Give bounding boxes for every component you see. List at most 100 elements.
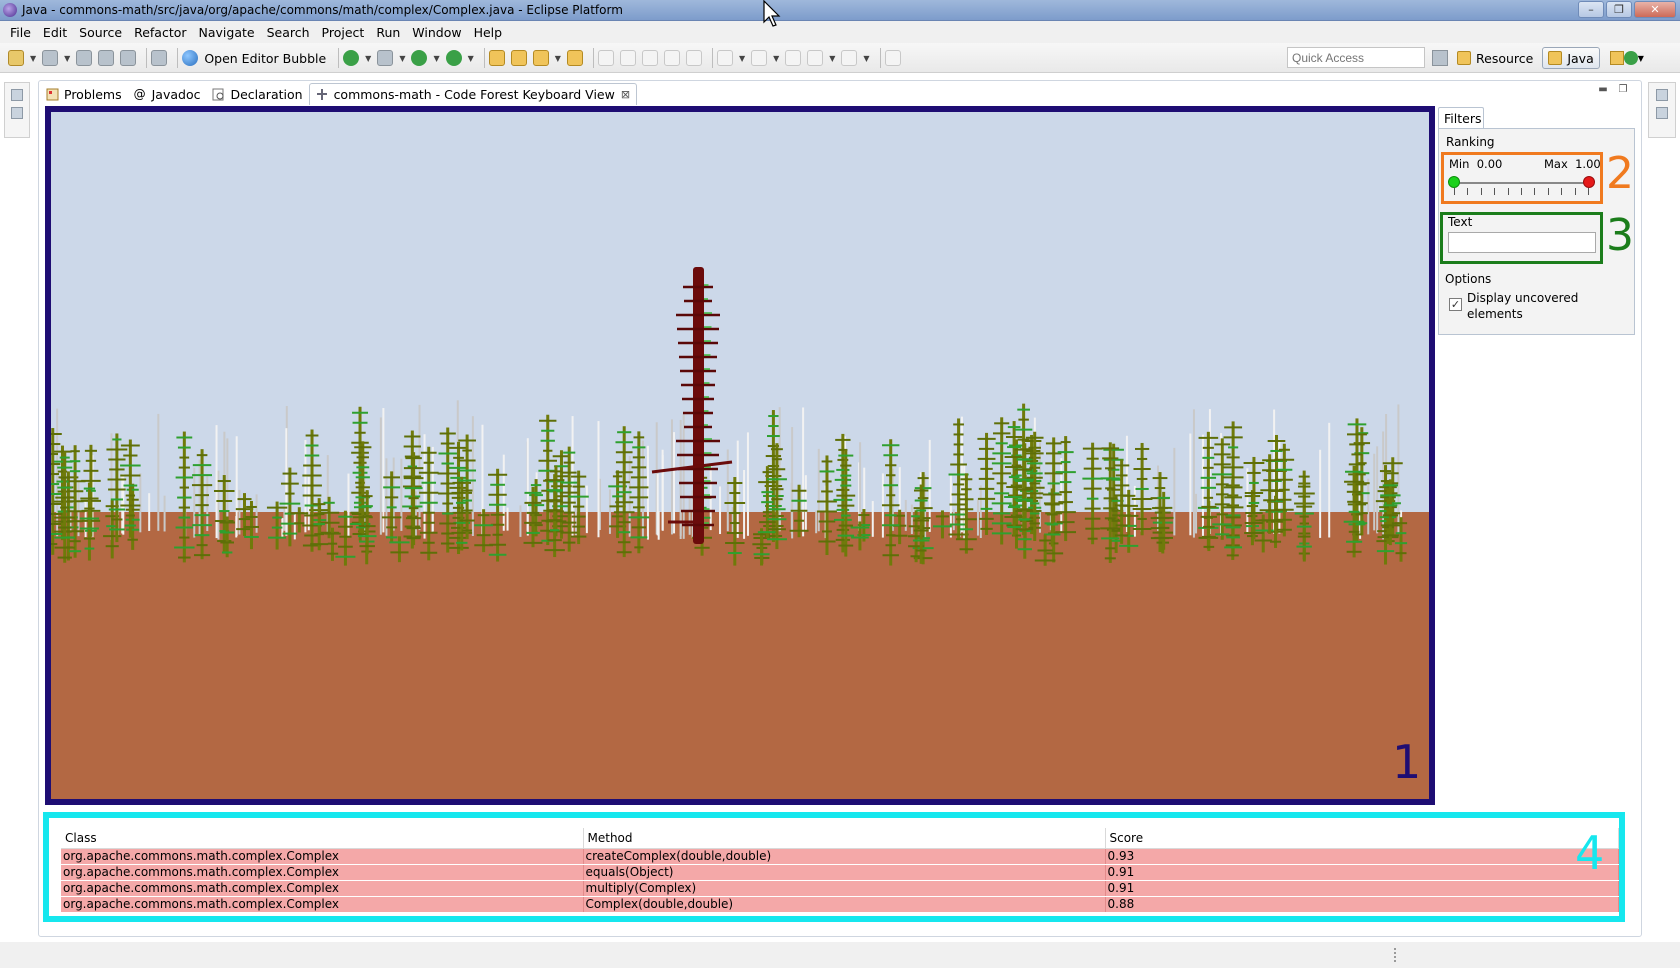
- print-icon[interactable]: [120, 50, 137, 66]
- toggle-mark-icon[interactable]: [597, 50, 614, 66]
- chevron-down-icon[interactable]: ▼: [64, 54, 70, 63]
- code-forest-canvas[interactable]: [45, 106, 1435, 805]
- cell-method: multiply(Complex): [583, 880, 1106, 897]
- block-icon[interactable]: [663, 50, 680, 66]
- forward-icon[interactable]: [841, 50, 858, 66]
- background-pole: [238, 489, 241, 535]
- minimize-button[interactable]: –: [1578, 1, 1604, 18]
- menu-refactor[interactable]: Refactor: [128, 25, 192, 40]
- menu-edit[interactable]: Edit: [37, 25, 73, 40]
- tab-filters[interactable]: Filters: [1438, 107, 1484, 129]
- table-row[interactable]: org.apache.commons.math.complex.Complex …: [61, 896, 1619, 913]
- display-uncovered-checkbox[interactable]: ✓: [1449, 298, 1462, 311]
- status-grip[interactable]: [1394, 948, 1397, 962]
- range-track[interactable]: [1454, 182, 1588, 184]
- menu-run[interactable]: Run: [370, 25, 406, 40]
- sync-icon[interactable]: [1623, 51, 1638, 65]
- close-icon[interactable]: ⊠: [621, 88, 630, 101]
- background-pole: [285, 428, 288, 536]
- save-all-icon[interactable]: [98, 50, 115, 66]
- coverage-icon[interactable]: [445, 50, 462, 66]
- chevron-down-icon[interactable]: ▼: [829, 54, 835, 63]
- pin-editor-icon[interactable]: [884, 50, 901, 66]
- open-editor-bubble-button[interactable]: Open Editor Bubble: [204, 51, 326, 66]
- skip-breakpoints-icon[interactable]: [151, 50, 168, 66]
- external-tools-icon[interactable]: [377, 50, 394, 66]
- max-slider-handle[interactable]: [1583, 176, 1595, 188]
- prev-annotation-icon[interactable]: [751, 50, 768, 66]
- text-filter-group: Text: [1440, 212, 1603, 264]
- table-row[interactable]: org.apache.commons.math.complex.Complex …: [61, 864, 1619, 881]
- chevron-down-icon[interactable]: ▼: [433, 54, 439, 63]
- chevron-down-icon[interactable]: ▼: [365, 54, 371, 63]
- chevron-down-icon[interactable]: ▼: [30, 54, 36, 63]
- background-pole: [193, 467, 196, 538]
- maximize-view-icon[interactable]: ❐: [1616, 84, 1630, 96]
- chevron-down-icon[interactable]: ▼: [863, 54, 869, 63]
- quick-access-input[interactable]: [1287, 47, 1425, 68]
- tab-problems[interactable]: Problems: [40, 83, 128, 105]
- column-header-class[interactable]: Class: [61, 828, 584, 849]
- table-row[interactable]: org.apache.commons.math.complex.Complex …: [61, 880, 1619, 897]
- menu-window[interactable]: Window: [406, 25, 467, 40]
- debug-icon[interactable]: [343, 50, 360, 66]
- perspective-java[interactable]: Java: [1542, 47, 1600, 69]
- open-type-icon[interactable]: [42, 50, 59, 66]
- tab-declaration[interactable]: Declaration: [206, 83, 308, 105]
- eclipse-icon: [3, 3, 17, 17]
- menu-help[interactable]: Help: [468, 25, 509, 40]
- last-edit-icon[interactable]: [785, 50, 802, 66]
- outline-icon[interactable]: [1656, 107, 1668, 119]
- column-header-score[interactable]: Score: [1105, 828, 1619, 849]
- save-icon[interactable]: [76, 50, 93, 66]
- run-icon[interactable]: [411, 50, 428, 66]
- view-icon: [316, 89, 327, 100]
- maximize-button[interactable]: ❐: [1606, 1, 1632, 18]
- restore-icon[interactable]: [11, 89, 23, 101]
- chevron-down-icon[interactable]: ▼: [399, 54, 405, 63]
- text-filter-input[interactable]: [1448, 232, 1596, 253]
- column-header-method[interactable]: Method: [583, 828, 1106, 849]
- forest-scene[interactable]: [51, 112, 1429, 799]
- new-icon[interactable]: [8, 50, 24, 66]
- new-wizard-icon[interactable]: [532, 50, 549, 66]
- tree-trunk: [531, 486, 535, 548]
- menu-navigate[interactable]: Navigate: [193, 25, 261, 40]
- package-explorer-icon[interactable]: [1609, 51, 1624, 65]
- globe-icon[interactable]: [182, 50, 199, 66]
- menu-search[interactable]: Search: [261, 25, 316, 40]
- chevron-down-icon[interactable]: ▼: [773, 54, 779, 63]
- package-explorer-icon[interactable]: [11, 107, 23, 119]
- open-perspective-icon[interactable]: [1432, 50, 1448, 66]
- chevron-down-icon[interactable]: ▼: [739, 54, 745, 63]
- perspective-resource[interactable]: Resource: [1452, 47, 1538, 69]
- tab-javadoc[interactable]: @ Javadoc: [128, 83, 207, 105]
- background-pole: [139, 473, 142, 533]
- display-uncovered-label[interactable]: Display uncovered elements: [1467, 290, 1587, 322]
- new-class-icon[interactable]: [510, 50, 527, 66]
- chevron-down-icon[interactable]: ▼: [468, 54, 474, 63]
- back-icon[interactable]: [807, 50, 824, 66]
- tree-trunk: [637, 431, 641, 554]
- tree-trunk: [1114, 494, 1118, 553]
- menu-file[interactable]: File: [4, 25, 37, 40]
- tab-code-forest-view[interactable]: commons-math - Code Forest Keyboard View…: [308, 83, 638, 105]
- minimize-view-icon[interactable]: ▬: [1596, 84, 1610, 96]
- table-row[interactable]: org.apache.commons.math.complex.Complex …: [61, 848, 1619, 865]
- close-button[interactable]: ✕: [1634, 1, 1676, 18]
- new-package-icon[interactable]: [488, 50, 505, 66]
- menu-project[interactable]: Project: [316, 25, 371, 40]
- menu-source[interactable]: Source: [73, 25, 128, 40]
- annotation-icon[interactable]: [641, 50, 658, 66]
- min-slider-handle[interactable]: [1448, 176, 1460, 188]
- open-folder-icon[interactable]: [566, 50, 583, 66]
- show-whitespace-icon[interactable]: [685, 50, 702, 66]
- background-pole: [1328, 422, 1331, 538]
- highlight-icon[interactable]: [619, 50, 636, 66]
- restore-icon[interactable]: [1656, 89, 1668, 101]
- chevron-down-icon[interactable]: ▼: [555, 54, 561, 63]
- chevron-down-icon[interactable]: ▼: [1638, 54, 1644, 63]
- background-pole: [1192, 409, 1195, 538]
- next-annotation-icon[interactable]: [716, 50, 733, 66]
- left-trim-bar: [4, 82, 30, 138]
